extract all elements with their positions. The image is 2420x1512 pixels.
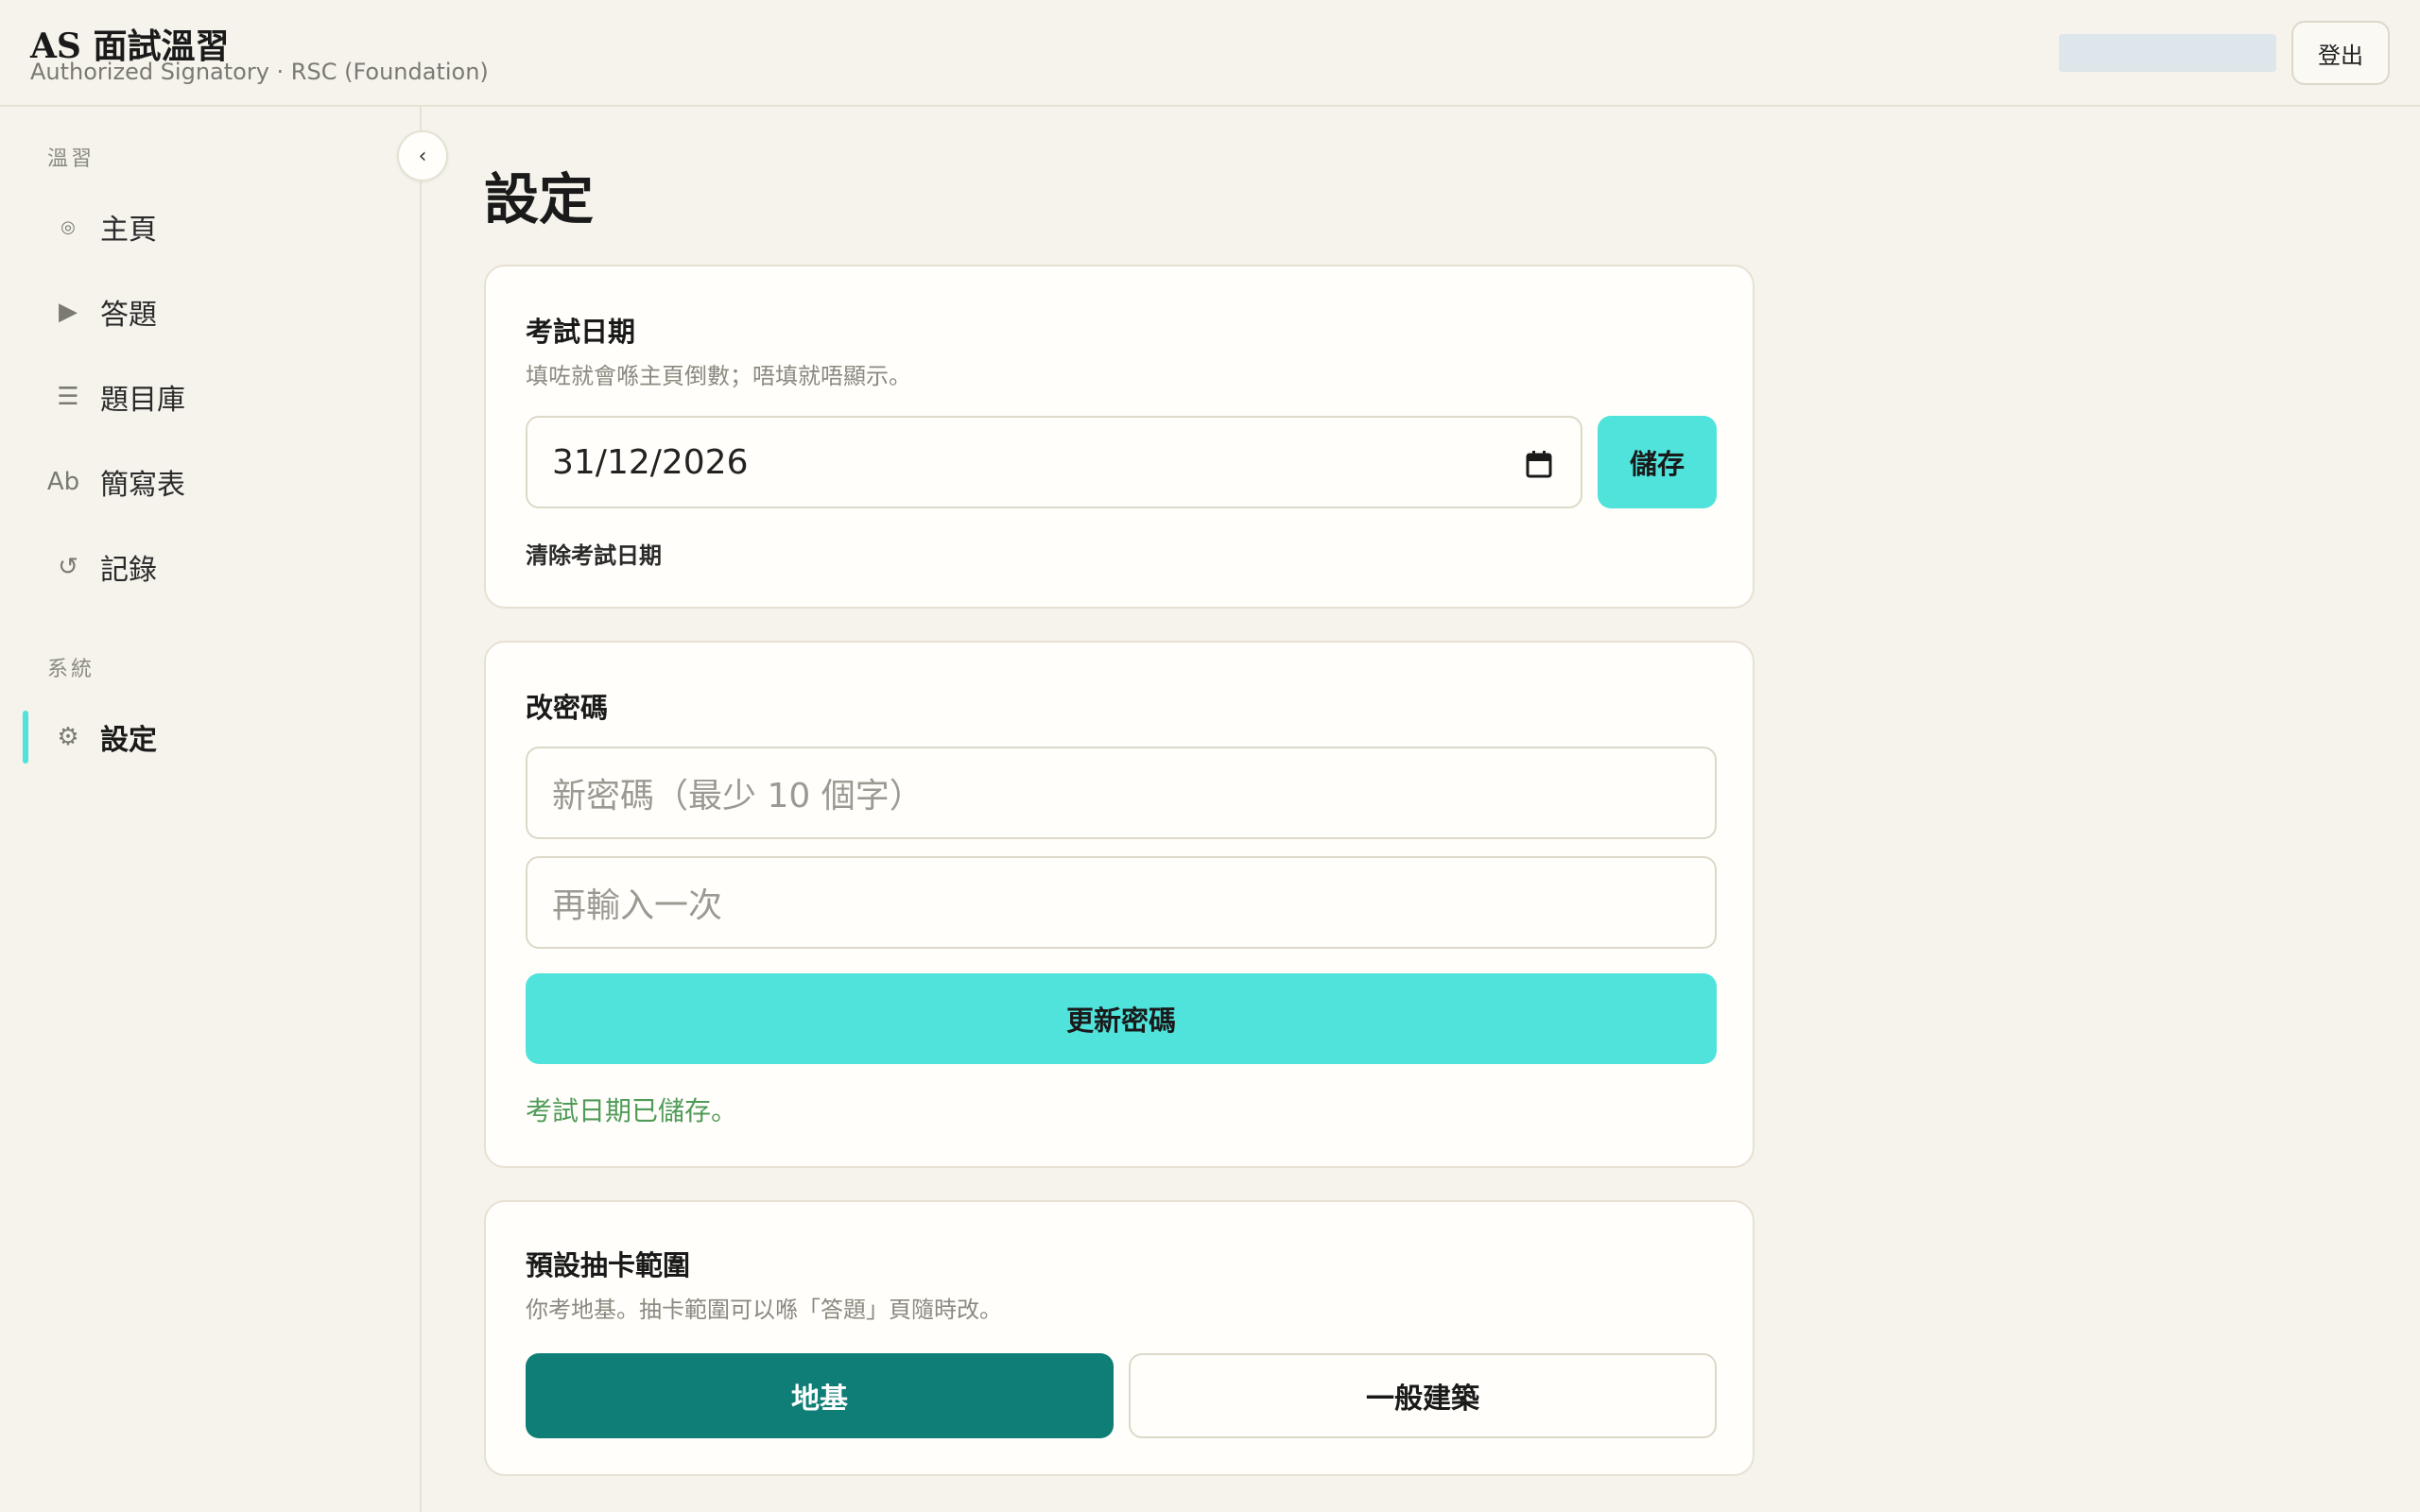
sidebar-item-history[interactable]: ↺ 記錄 xyxy=(23,537,401,597)
list-icon: ☰ xyxy=(57,383,79,411)
change-password-title: 改密碼 xyxy=(526,692,609,724)
draw-scope-card: 預設抽卡範圍 你考地基。抽卡範圍可以喺「答題」頁隨時改。 地基 一般建築 xyxy=(484,1200,1754,1476)
clear-exam-date-link[interactable]: 清除考試日期 xyxy=(526,537,662,570)
sidebar-section-system: 系統 xyxy=(47,658,95,681)
user-account-pill xyxy=(2059,34,2276,72)
app-header: AS 面試溫習 Authorized Signatory · RSC (Foun… xyxy=(0,0,2420,107)
confirm-password-field[interactable]: 再輸入一次 xyxy=(526,856,1717,949)
history-icon: ↺ xyxy=(58,553,78,581)
sidebar-item-label: 記錄 xyxy=(100,554,157,587)
new-password-field[interactable]: 新密碼（最少 10 個字） xyxy=(526,747,1717,839)
sidebar-item-label: 主頁 xyxy=(100,214,157,247)
sidebar-item-label: 題目庫 xyxy=(100,384,185,417)
sidebar-item-label: 設定 xyxy=(100,724,157,757)
sidebar-item-label: 簡寫表 xyxy=(100,469,185,502)
scope-option-foundation[interactable]: 地基 xyxy=(526,1353,1114,1438)
sidebar-collapse-button[interactable]: ‹ xyxy=(397,130,448,181)
exam-date-input[interactable]: 31/12/2026 xyxy=(526,416,1582,508)
calendar-icon[interactable] xyxy=(1526,450,1552,478)
save-exam-date-button[interactable]: 儲存 xyxy=(1598,416,1717,508)
draw-scope-description: 你考地基。抽卡範圍可以喺「答題」頁隨時改。 xyxy=(526,1297,1002,1323)
sidebar-item-home[interactable]: ◎ 主頁 xyxy=(23,197,401,257)
chevron-left-icon: ‹ xyxy=(418,144,427,168)
update-password-button[interactable]: 更新密碼 xyxy=(526,973,1717,1064)
abbreviation-icon: Ab xyxy=(46,468,80,496)
gear-icon: ⚙ xyxy=(57,723,79,751)
status-message: 考試日期已儲存。 xyxy=(526,1095,738,1126)
exam-date-title: 考試日期 xyxy=(526,316,636,348)
page-title: 設定 xyxy=(484,167,595,232)
sidebar-item-abbreviations[interactable]: Ab 簡寫表 xyxy=(23,452,401,512)
play-icon: ▶ xyxy=(59,298,78,326)
draw-scope-title: 預設抽卡範圍 xyxy=(526,1249,691,1281)
exam-date-card: 考試日期 填咗就會喺主頁倒數；唔填就唔顯示。 31/12/2026 儲存 清除考… xyxy=(484,265,1754,609)
sidebar-section-review: 溫習 xyxy=(47,147,95,171)
sidebar-item-question-bank[interactable]: ☰ 題目庫 xyxy=(23,367,401,427)
sidebar-item-label: 答題 xyxy=(100,299,157,332)
home-icon: ◎ xyxy=(60,216,76,237)
logout-button[interactable]: 登出 xyxy=(2291,21,2390,85)
change-password-card: 改密碼 新密碼（最少 10 個字） 再輸入一次 更新密碼 考試日期已儲存。 xyxy=(484,641,1754,1168)
scope-option-general-building[interactable]: 一般建築 xyxy=(1129,1353,1717,1438)
app-subtitle: Authorized Signatory · RSC (Foundation) xyxy=(30,59,489,85)
sidebar-item-answer[interactable]: ▶ 答題 xyxy=(23,282,401,342)
sidebar-item-settings[interactable]: ⚙ 設定 xyxy=(23,707,401,767)
exam-date-value: 31/12/2026 xyxy=(552,442,749,482)
exam-date-description: 填咗就會喺主頁倒數；唔填就唔顯示。 xyxy=(526,363,911,389)
